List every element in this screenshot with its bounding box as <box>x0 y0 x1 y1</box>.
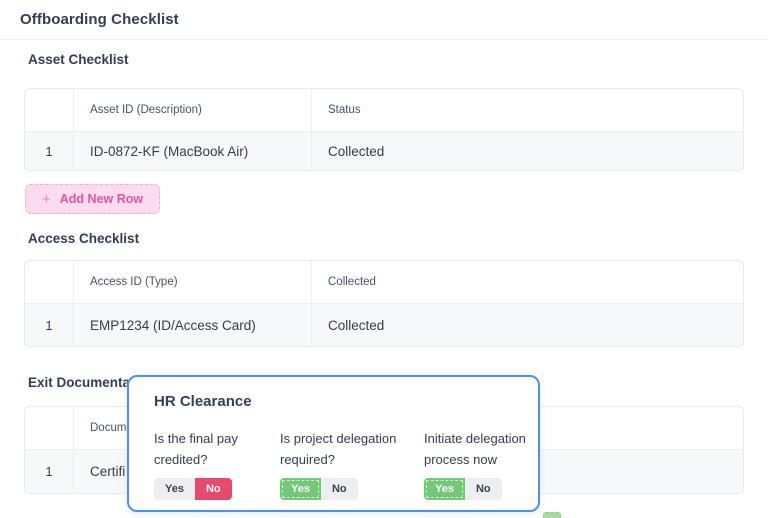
access-collected-cell[interactable]: Collected <box>311 304 743 346</box>
yes-option[interactable]: Yes <box>154 478 195 500</box>
page-title: Offboarding Checklist <box>20 11 179 28</box>
no-option[interactable]: No <box>194 478 232 500</box>
table-row: 1 ID-0872-KF (MacBook Air) Collected <box>25 131 743 170</box>
exit-documentation-heading: Exit Documenta <box>28 375 131 390</box>
clearance-questions: Is the final pay credited? Yes No Is pro… <box>154 428 532 500</box>
access-id-cell[interactable]: EMP1234 (ID/Access Card) <box>73 304 311 346</box>
access-checklist-heading: Access Checklist <box>28 231 140 246</box>
title-divider <box>0 39 768 40</box>
plus-icon: + <box>42 190 51 208</box>
status-column-header: Status <box>311 89 743 131</box>
row-number: 1 <box>45 143 53 159</box>
table-row: 1 EMP1234 (ID/Access Card) Collected <box>25 303 743 346</box>
yes-no-toggle: Yes No <box>154 478 232 500</box>
collected-column-header: Collected <box>311 261 743 303</box>
yes-option[interactable]: Yes <box>424 478 465 500</box>
asset-checklist-heading: Asset Checklist <box>28 52 129 67</box>
asset-id-cell[interactable]: ID-0872-KF (MacBook Air) <box>73 132 311 170</box>
question-initiate-delegation: Initiate delegation process now Yes No <box>424 428 532 500</box>
access-table: Access ID (Type) Collected 1 EMP1234 (ID… <box>24 260 744 347</box>
no-option[interactable]: No <box>464 478 502 500</box>
no-option[interactable]: No <box>320 478 358 500</box>
add-new-row-button[interactable]: + Add New Row <box>25 184 161 214</box>
question-label: Is the final pay credited? <box>154 431 238 467</box>
asset-table: Asset ID (Description) Status 1 ID-0872-… <box>24 88 744 171</box>
yes-option[interactable]: Yes <box>280 478 321 500</box>
access-table-header: Access ID (Type) Collected <box>25 261 743 303</box>
access-id-column-header: Access ID (Type) <box>73 261 311 303</box>
clipped-green-element[interactable] <box>543 512 561 518</box>
question-label: Initiate delegation process now <box>424 431 526 467</box>
question-label: Is project delegation required? <box>280 431 397 467</box>
add-new-row-label: Add New Row <box>59 192 144 206</box>
question-project-delegation: Is project delegation required? Yes No <box>280 428 424 500</box>
popup-title: HR Clearance <box>154 393 252 410</box>
yes-no-toggle: Yes No <box>424 478 502 500</box>
question-final-pay: Is the final pay credited? Yes No <box>154 428 280 500</box>
asset-status-cell[interactable]: Collected <box>311 132 743 170</box>
hr-clearance-popup: HR Clearance Is the final pay credited? … <box>127 375 540 512</box>
yes-no-toggle: Yes No <box>280 478 358 500</box>
row-number: 1 <box>45 317 53 333</box>
asset-id-column-header: Asset ID (Description) <box>73 89 311 131</box>
row-number: 1 <box>45 464 53 479</box>
asset-table-header: Asset ID (Description) Status <box>25 89 743 131</box>
